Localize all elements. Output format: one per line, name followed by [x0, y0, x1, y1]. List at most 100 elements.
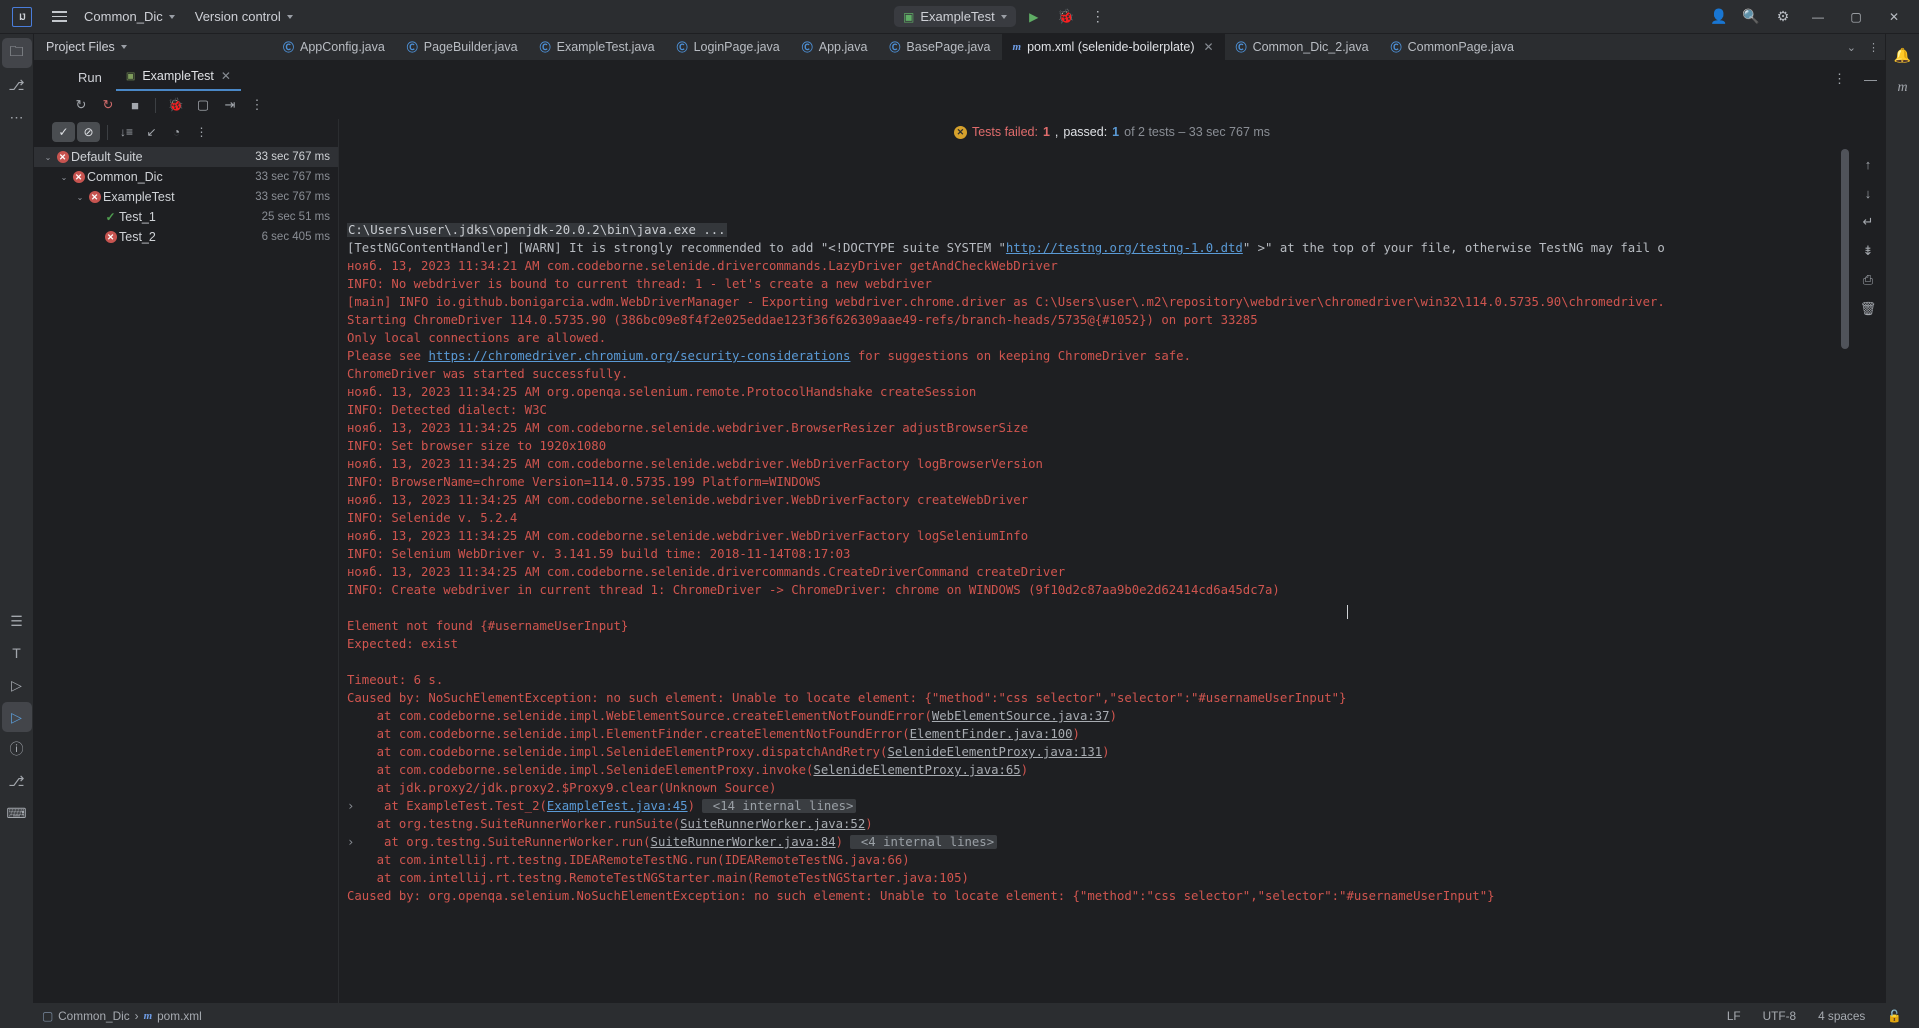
indent-label[interactable]: 4 spaces — [1811, 1009, 1872, 1023]
terminal-tool-button[interactable]: T — [2, 638, 32, 668]
editor-tab-pom-xml-selenide-boilerplate[interactable]: m pom.xml (selenide-boilerplate) ✕ — [1001, 34, 1225, 60]
editor-tab-appconfig-java[interactable]: Ⓒ AppConfig.java — [272, 34, 396, 60]
test-tree[interactable]: ⌄ ✕ Default Suite 33 sec 767 ms ⌄ ✕ Common_Dic… — [34, 145, 338, 1003]
notifications-icon[interactable]: 🔔 — [1888, 40, 1918, 70]
collapse-all-button[interactable]: ↙ — [140, 122, 163, 142]
chevron-down-icon[interactable]: ⌄ — [42, 153, 54, 162]
rerun-button[interactable]: ↻ — [69, 94, 93, 116]
console-text: нояб. 13, 2023 11:34:25 AM com.codeborne… — [347, 529, 1029, 543]
sort-by-duration-button[interactable]: ◔ — [165, 122, 188, 142]
chevron-down-icon[interactable]: ⌄ — [74, 193, 86, 202]
stacktrace-file-link[interactable]: WebElementSource.java:37 — [932, 709, 1110, 723]
console-text: INFO: Detected dialect: W3C — [347, 403, 547, 417]
test-tree-row[interactable]: ⌄ ✕ Default Suite 33 sec 767 ms — [34, 147, 338, 167]
run-button[interactable]: ▶ — [1020, 4, 1048, 30]
more-tool-windows-button[interactable]: ⋯ — [2, 102, 32, 132]
terminal-bottom-button[interactable]: ⌨ — [2, 798, 32, 828]
close-icon[interactable]: ✕ — [1877, 2, 1911, 32]
test-tree-row[interactable]: ✓ Test_1 25 sec 51 ms — [34, 207, 338, 227]
commit-tool-button[interactable]: ⎇ — [2, 70, 32, 100]
encoding-label[interactable]: UTF-8 — [1756, 1009, 1803, 1023]
close-icon[interactable]: ✕ — [1204, 40, 1214, 54]
console-line: нояб. 13, 2023 11:34:25 AM com.codeborne… — [345, 527, 1851, 545]
console-url-link[interactable]: https://chromedriver.chromium.org/securi… — [428, 349, 850, 363]
stacktrace-file-link[interactable]: SuiteRunnerWorker.java:84 — [651, 835, 836, 849]
editor-tab-pagebuilder-java[interactable]: Ⓒ PageBuilder.java — [396, 34, 529, 60]
editor-tab-exampletest-java[interactable]: Ⓒ ExampleTest.java — [529, 34, 666, 60]
test-tree-row[interactable]: ⌄ ✕ ExampleTest 33 sec 767 ms — [34, 187, 338, 207]
hide-ignored-toggle[interactable]: ⊘ — [77, 122, 100, 142]
project-name-dropdown[interactable]: Common_Dic — [76, 5, 183, 28]
stacktrace-file-link[interactable]: SelenideElementProxy.java:65 — [813, 763, 1020, 777]
account-icon[interactable]: 👤 — [1705, 4, 1733, 30]
scroll-up-button[interactable]: ↑ — [1856, 153, 1880, 175]
stacktrace-project-link[interactable]: ExampleTest.java:45 — [547, 799, 688, 813]
rerun-failed-tests-button[interactable]: ↻ — [96, 94, 120, 116]
line-separator-label[interactable]: LF — [1720, 1009, 1748, 1023]
stacktrace-file-link[interactable]: SelenideElementProxy.java:131 — [887, 745, 1102, 759]
editor-tab-commonpage-java[interactable]: Ⓒ CommonPage.java — [1380, 34, 1525, 60]
problems-tool-button[interactable]: ⓘ — [2, 734, 32, 764]
console-text: at ExampleTest.Test_2( — [354, 799, 547, 813]
run-tab-exampletest[interactable]: ▣ ExampleTest ✕ — [115, 65, 241, 91]
more-actions-button[interactable]: ⋮ — [1084, 4, 1112, 30]
lock-icon[interactable]: 🔓 — [1880, 1009, 1909, 1023]
clear-all-button[interactable]: 🗑 — [1856, 298, 1880, 320]
screenshot-button[interactable]: ▢ — [191, 94, 215, 116]
show-passed-toggle[interactable]: ✓ — [52, 122, 75, 142]
run-tool-button[interactable]: ▷ — [1, 702, 32, 732]
project-files-dropdown[interactable]: Project Files — [34, 34, 272, 60]
run-window-options-button[interactable]: ⋮ — [1825, 67, 1854, 91]
console-command-line: C:\Users\user\.jdks\openjdk-20.0.2\bin\j… — [347, 223, 727, 237]
sort-alphabetically-button[interactable]: ↓≡ — [115, 122, 138, 142]
print-button[interactable]: ⎙ — [1856, 269, 1880, 291]
console-url-link[interactable]: http://testng.org/testng-1.0.dtd — [1006, 241, 1243, 255]
stacktrace-file-link[interactable]: ElementFinder.java:100 — [910, 727, 1073, 741]
console-text-tail: ) — [865, 817, 873, 831]
internal-lines-badge[interactable]: <4 internal lines> — [850, 835, 998, 849]
debug-button[interactable]: 🐞 — [1052, 4, 1080, 30]
test-tree-label: Test_1 — [119, 210, 156, 224]
test-tree-row[interactable]: ✕ Test_2 6 sec 405 ms — [34, 227, 338, 247]
chevron-down-icon[interactable]: ⌄ — [58, 173, 70, 182]
search-icon[interactable]: 🔍 — [1737, 4, 1765, 30]
debug-button[interactable]: 🐞 — [164, 94, 188, 116]
main-menu-icon[interactable] — [46, 4, 72, 30]
test-tree-row[interactable]: ⌄ ✕ Common_Dic 33 sec 767 ms — [34, 167, 338, 187]
maven-tool-button[interactable]: m — [1888, 73, 1918, 103]
more-options-button[interactable]: ⋮ — [245, 94, 269, 116]
close-icon[interactable]: ✕ — [221, 69, 231, 83]
gear-icon[interactable]: ⚙ — [1769, 4, 1797, 30]
structure-tool-button[interactable]: ☰ — [2, 606, 32, 636]
console-line: нояб. 13, 2023 11:34:25 AM com.codeborne… — [345, 419, 1851, 437]
editor-tab-label: pom.xml (selenide-boilerplate) — [1027, 40, 1195, 54]
soft-wrap-button[interactable]: ↵ — [1856, 211, 1880, 233]
export-button[interactable]: ⇥ — [218, 94, 242, 116]
console-text: INFO: Selenide v. 5.2.4 — [347, 511, 518, 525]
run-window-hide-button[interactable]: — — [1856, 68, 1885, 91]
breadcrumb[interactable]: ▢ Common_Dic › m pom.xml — [42, 1009, 202, 1023]
editor-tab-common-dic-2-java[interactable]: Ⓒ Common_Dic_2.java — [1225, 34, 1380, 60]
run-configuration-selector[interactable]: ▣ ExampleTest — [894, 6, 1016, 27]
version-control-dropdown[interactable]: Version control — [187, 5, 301, 28]
editor-tab-label: Common_Dic_2.java — [1252, 40, 1369, 54]
editor-tab-loginpage-java[interactable]: Ⓒ LoginPage.java — [666, 34, 791, 60]
console-scrollbar[interactable] — [1841, 149, 1849, 349]
internal-lines-badge[interactable]: <14 internal lines> — [702, 799, 857, 813]
stacktrace-file-link[interactable]: SuiteRunnerWorker.java:52 — [680, 817, 865, 831]
tab-overflow-button[interactable]: ⌄ — [1841, 34, 1862, 60]
scroll-down-button[interactable]: ↓ — [1856, 182, 1880, 204]
console-output[interactable]: C:\Users\user\.jdks\openjdk-20.0.2\bin\j… — [339, 145, 1851, 1003]
minimize-icon[interactable]: — — [1801, 2, 1835, 32]
java-class-icon: Ⓒ — [889, 42, 901, 54]
maximize-icon[interactable]: ▢ — [1839, 2, 1873, 32]
scroll-to-end-button[interactable]: ⇟ — [1856, 240, 1880, 262]
project-tool-button[interactable]: 🗀 — [1, 38, 32, 68]
services-tool-button[interactable]: ▷ — [2, 670, 32, 700]
editor-tab-basepage-java[interactable]: Ⓒ BasePage.java — [878, 34, 1001, 60]
git-tool-button[interactable]: ⎇ — [2, 766, 32, 796]
editor-tab-app-java[interactable]: Ⓒ App.java — [791, 34, 879, 60]
tree-more-options-button[interactable]: ⋮ — [190, 122, 213, 142]
stop-button[interactable]: ■ — [123, 94, 147, 116]
tab-list-button[interactable]: ⋮ — [1862, 34, 1885, 60]
